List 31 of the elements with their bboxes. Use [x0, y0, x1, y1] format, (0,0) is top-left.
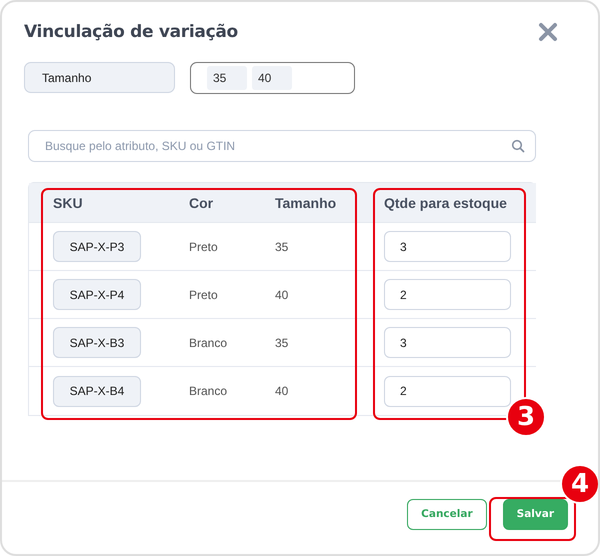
table-cell: Preto	[189, 288, 218, 302]
sku-tag: SAP-X-P4	[53, 279, 141, 310]
table-cell: 35	[275, 240, 288, 254]
quantity-input[interactable]: 3	[384, 231, 511, 262]
step-badge: 3	[506, 397, 546, 437]
quantity-input[interactable]: 2	[384, 279, 511, 310]
close-icon	[538, 22, 558, 42]
attribute-name: Tamanho	[24, 62, 175, 93]
value-chip: 35	[207, 66, 247, 90]
dialog-title: Vinculação de variação	[24, 22, 238, 42]
table-cell: Branco	[189, 336, 228, 350]
table-cell: 35	[275, 336, 288, 350]
sku-tag: SAP-X-B3	[53, 327, 141, 358]
table-cell: Preto	[189, 240, 218, 254]
table-cell: Branco	[189, 384, 228, 398]
quantity-input[interactable]: 3	[384, 327, 511, 358]
sku-tag: SAP-X-B4	[53, 376, 141, 406]
close-button[interactable]	[538, 22, 558, 42]
column-header: Tamanho	[275, 194, 338, 210]
search-icon	[511, 139, 525, 153]
attribute-values-field[interactable]: 35 40	[190, 62, 355, 94]
step-badge: 4	[560, 464, 598, 504]
table-cell: 40	[275, 288, 288, 302]
table-cell: 40	[275, 384, 288, 398]
column-header: Cor	[189, 194, 214, 210]
sku-tag: SAP-X-P3	[53, 231, 141, 262]
column-header: SKU	[53, 194, 84, 210]
quantity-input[interactable]: 2	[384, 376, 511, 406]
search-field[interactable]: Busque pelo atributo, SKU ou GTIN	[28, 130, 536, 162]
value-chip: 40	[252, 66, 292, 90]
column-header: Qtde para estoque	[384, 194, 508, 210]
